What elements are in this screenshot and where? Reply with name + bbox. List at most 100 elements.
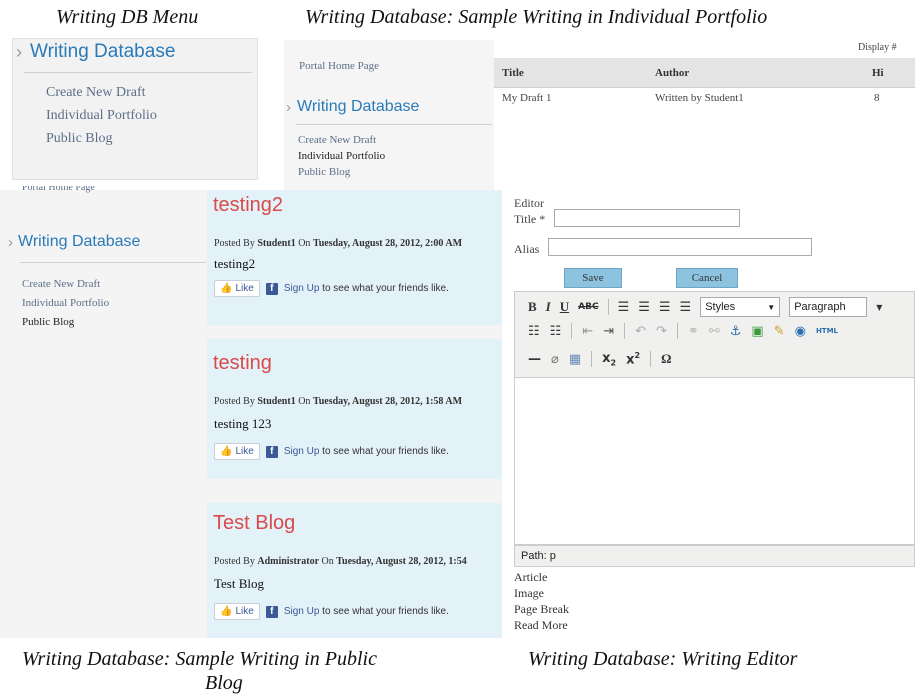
chevron-down-icon[interactable]: ▼ (876, 303, 882, 312)
italic-icon[interactable]: I (546, 299, 551, 315)
cancel-button[interactable]: Cancel (676, 268, 738, 288)
alias-input[interactable] (548, 238, 812, 256)
unlink-icon[interactable]: ⚯ (709, 324, 720, 339)
post-gap (207, 325, 502, 339)
chevron-right-icon: › (286, 98, 291, 116)
toolbar-separator (676, 323, 678, 339)
save-button[interactable]: Save (564, 268, 622, 288)
visual-aid-icon[interactable]: ▦ (569, 352, 581, 367)
blog-item-public-blog[interactable]: Public Blog (22, 316, 74, 328)
post-body: Test Blog (214, 576, 265, 591)
column-title[interactable]: Title (502, 67, 524, 79)
strikethrough-icon[interactable]: ABC (578, 302, 598, 312)
menu-item-create-new-draft[interactable]: Create New Draft (46, 85, 146, 101)
blog-home-link[interactable]: Portal Home Page (22, 186, 95, 193)
signup-text: Sign Up to see what your friends like. (283, 446, 449, 457)
editor-content-area[interactable] (514, 377, 915, 545)
underline-icon[interactable]: U (560, 299, 569, 315)
like-bar: 👍 Like f Sign Up to see what your friends… (214, 603, 449, 620)
toolbar-row-3: — ⌀ ▦ x2 x2 Ω (528, 351, 671, 368)
eraser-icon[interactable]: ⌀ (551, 352, 559, 367)
title-input[interactable] (554, 209, 740, 227)
html-icon[interactable]: HTML (816, 327, 838, 335)
post-gap (207, 479, 502, 503)
styles-select[interactable]: Styles ▼ (700, 297, 781, 317)
thumbs-up-icon: 👍 (220, 606, 233, 617)
toolbar-separator (607, 299, 609, 315)
blog-divider (20, 262, 206, 263)
alias-label: Alias (514, 242, 540, 256)
blog-heading-row[interactable]: › Writing Database (8, 233, 140, 251)
image-icon[interactable]: ▣ (751, 324, 763, 339)
like-bar: 👍 Like f Sign Up to see what your friends… (214, 443, 449, 460)
portfolio-heading: Writing Database (297, 98, 420, 115)
toolbar-row-2: ☷ ☷ ⇤ ⇥ ↶ ↷ ⚭ ⚯ ⚓ ▣ ✎ ◉ HTML (528, 323, 838, 339)
portfolio-divider (296, 124, 492, 125)
bold-icon[interactable]: B (528, 299, 537, 315)
read-more-button[interactable]: Read More (514, 618, 568, 633)
caption-menu: Writing DB Menu (56, 6, 199, 28)
portfolio-item-create-new-draft[interactable]: Create New Draft (298, 134, 376, 146)
bullet-list-icon[interactable]: ☷ (528, 324, 540, 339)
anchor-icon[interactable]: ⚓ (730, 324, 742, 339)
signup-link[interactable]: Sign Up (284, 446, 320, 457)
row-title[interactable]: My Draft 1 (502, 92, 552, 104)
menu-item-public-blog[interactable]: Public Blog (46, 131, 113, 147)
blog-item-individual-portfolio[interactable]: Individual Portfolio (22, 297, 109, 309)
superscript-icon[interactable]: x2 (626, 351, 640, 367)
post-title[interactable]: testing2 (213, 194, 283, 217)
column-author[interactable]: Author (655, 67, 689, 79)
align-center-icon[interactable]: ☰ (638, 300, 650, 315)
post-meta: Posted By Student1 On Tuesday, August 28… (214, 238, 463, 249)
toolbar-separator (650, 351, 652, 368)
cleanup-icon[interactable]: ✎ (774, 324, 785, 339)
horizontal-rule-icon[interactable]: — (528, 352, 541, 367)
post-body: testing2 (214, 256, 256, 271)
post-meta: Posted By Administrator On Tuesday, Augu… (214, 556, 467, 567)
column-hits[interactable]: Hi (872, 67, 884, 79)
align-justify-icon[interactable]: ☰ (680, 300, 692, 315)
chevron-right-icon: › (8, 233, 13, 251)
chevron-right-icon: › (16, 41, 22, 62)
numbered-list-icon[interactable]: ☷ (550, 324, 562, 339)
caption-blog-line2: Blog (205, 672, 243, 694)
article-button[interactable]: Article (514, 570, 547, 585)
blog-item-create-new-draft[interactable]: Create New Draft (22, 278, 100, 290)
align-right-icon[interactable]: ☰ (659, 300, 671, 315)
display-count-label: Display # (858, 42, 897, 53)
special-character-icon[interactable]: Ω (661, 351, 671, 367)
indent-icon[interactable]: ⇥ (603, 324, 614, 339)
blog-sidebar (0, 190, 207, 638)
post-title[interactable]: testing (213, 352, 272, 375)
signup-text: Sign Up to see what your friends like. (283, 606, 449, 617)
portfolio-home-link[interactable]: Portal Home Page (299, 60, 379, 72)
portfolio-item-individual-portfolio[interactable]: Individual Portfolio (298, 150, 385, 162)
image-button[interactable]: Image (514, 586, 544, 601)
menu-heading-row[interactable]: › Writing Database (16, 41, 175, 63)
post-title[interactable]: Test Blog (213, 512, 295, 535)
signup-link[interactable]: Sign Up (284, 283, 320, 294)
paragraph-select[interactable]: Paragraph (789, 297, 868, 317)
align-left-icon[interactable]: ☰ (618, 300, 630, 315)
undo-icon[interactable]: ↶ (635, 324, 646, 339)
link-icon[interactable]: ⚭ (688, 324, 699, 339)
like-button[interactable]: 👍 Like (214, 280, 260, 297)
blog-heading: Writing Database (18, 233, 141, 250)
facebook-icon: f (265, 282, 278, 295)
portfolio-heading-row[interactable]: › Writing Database (286, 98, 419, 116)
caption-blog-line1: Writing Database: Sample Writing in Publ… (22, 648, 377, 670)
subscript-icon[interactable]: x2 (602, 351, 616, 368)
menu-item-individual-portfolio[interactable]: Individual Portfolio (46, 108, 157, 124)
row-author: Written by Student1 (655, 92, 744, 104)
redo-icon[interactable]: ↷ (656, 324, 667, 339)
like-button[interactable]: 👍 Like (214, 603, 260, 620)
post-body: testing 123 (214, 416, 272, 431)
help-icon[interactable]: ◉ (795, 324, 806, 339)
signup-link[interactable]: Sign Up (284, 606, 320, 617)
page-break-button[interactable]: Page Break (514, 602, 569, 617)
outdent-icon[interactable]: ⇤ (582, 324, 593, 339)
like-button[interactable]: 👍 Like (214, 443, 260, 460)
portfolio-table-header (494, 58, 915, 88)
portfolio-item-public-blog[interactable]: Public Blog (298, 166, 350, 178)
toolbar-separator (591, 351, 593, 368)
